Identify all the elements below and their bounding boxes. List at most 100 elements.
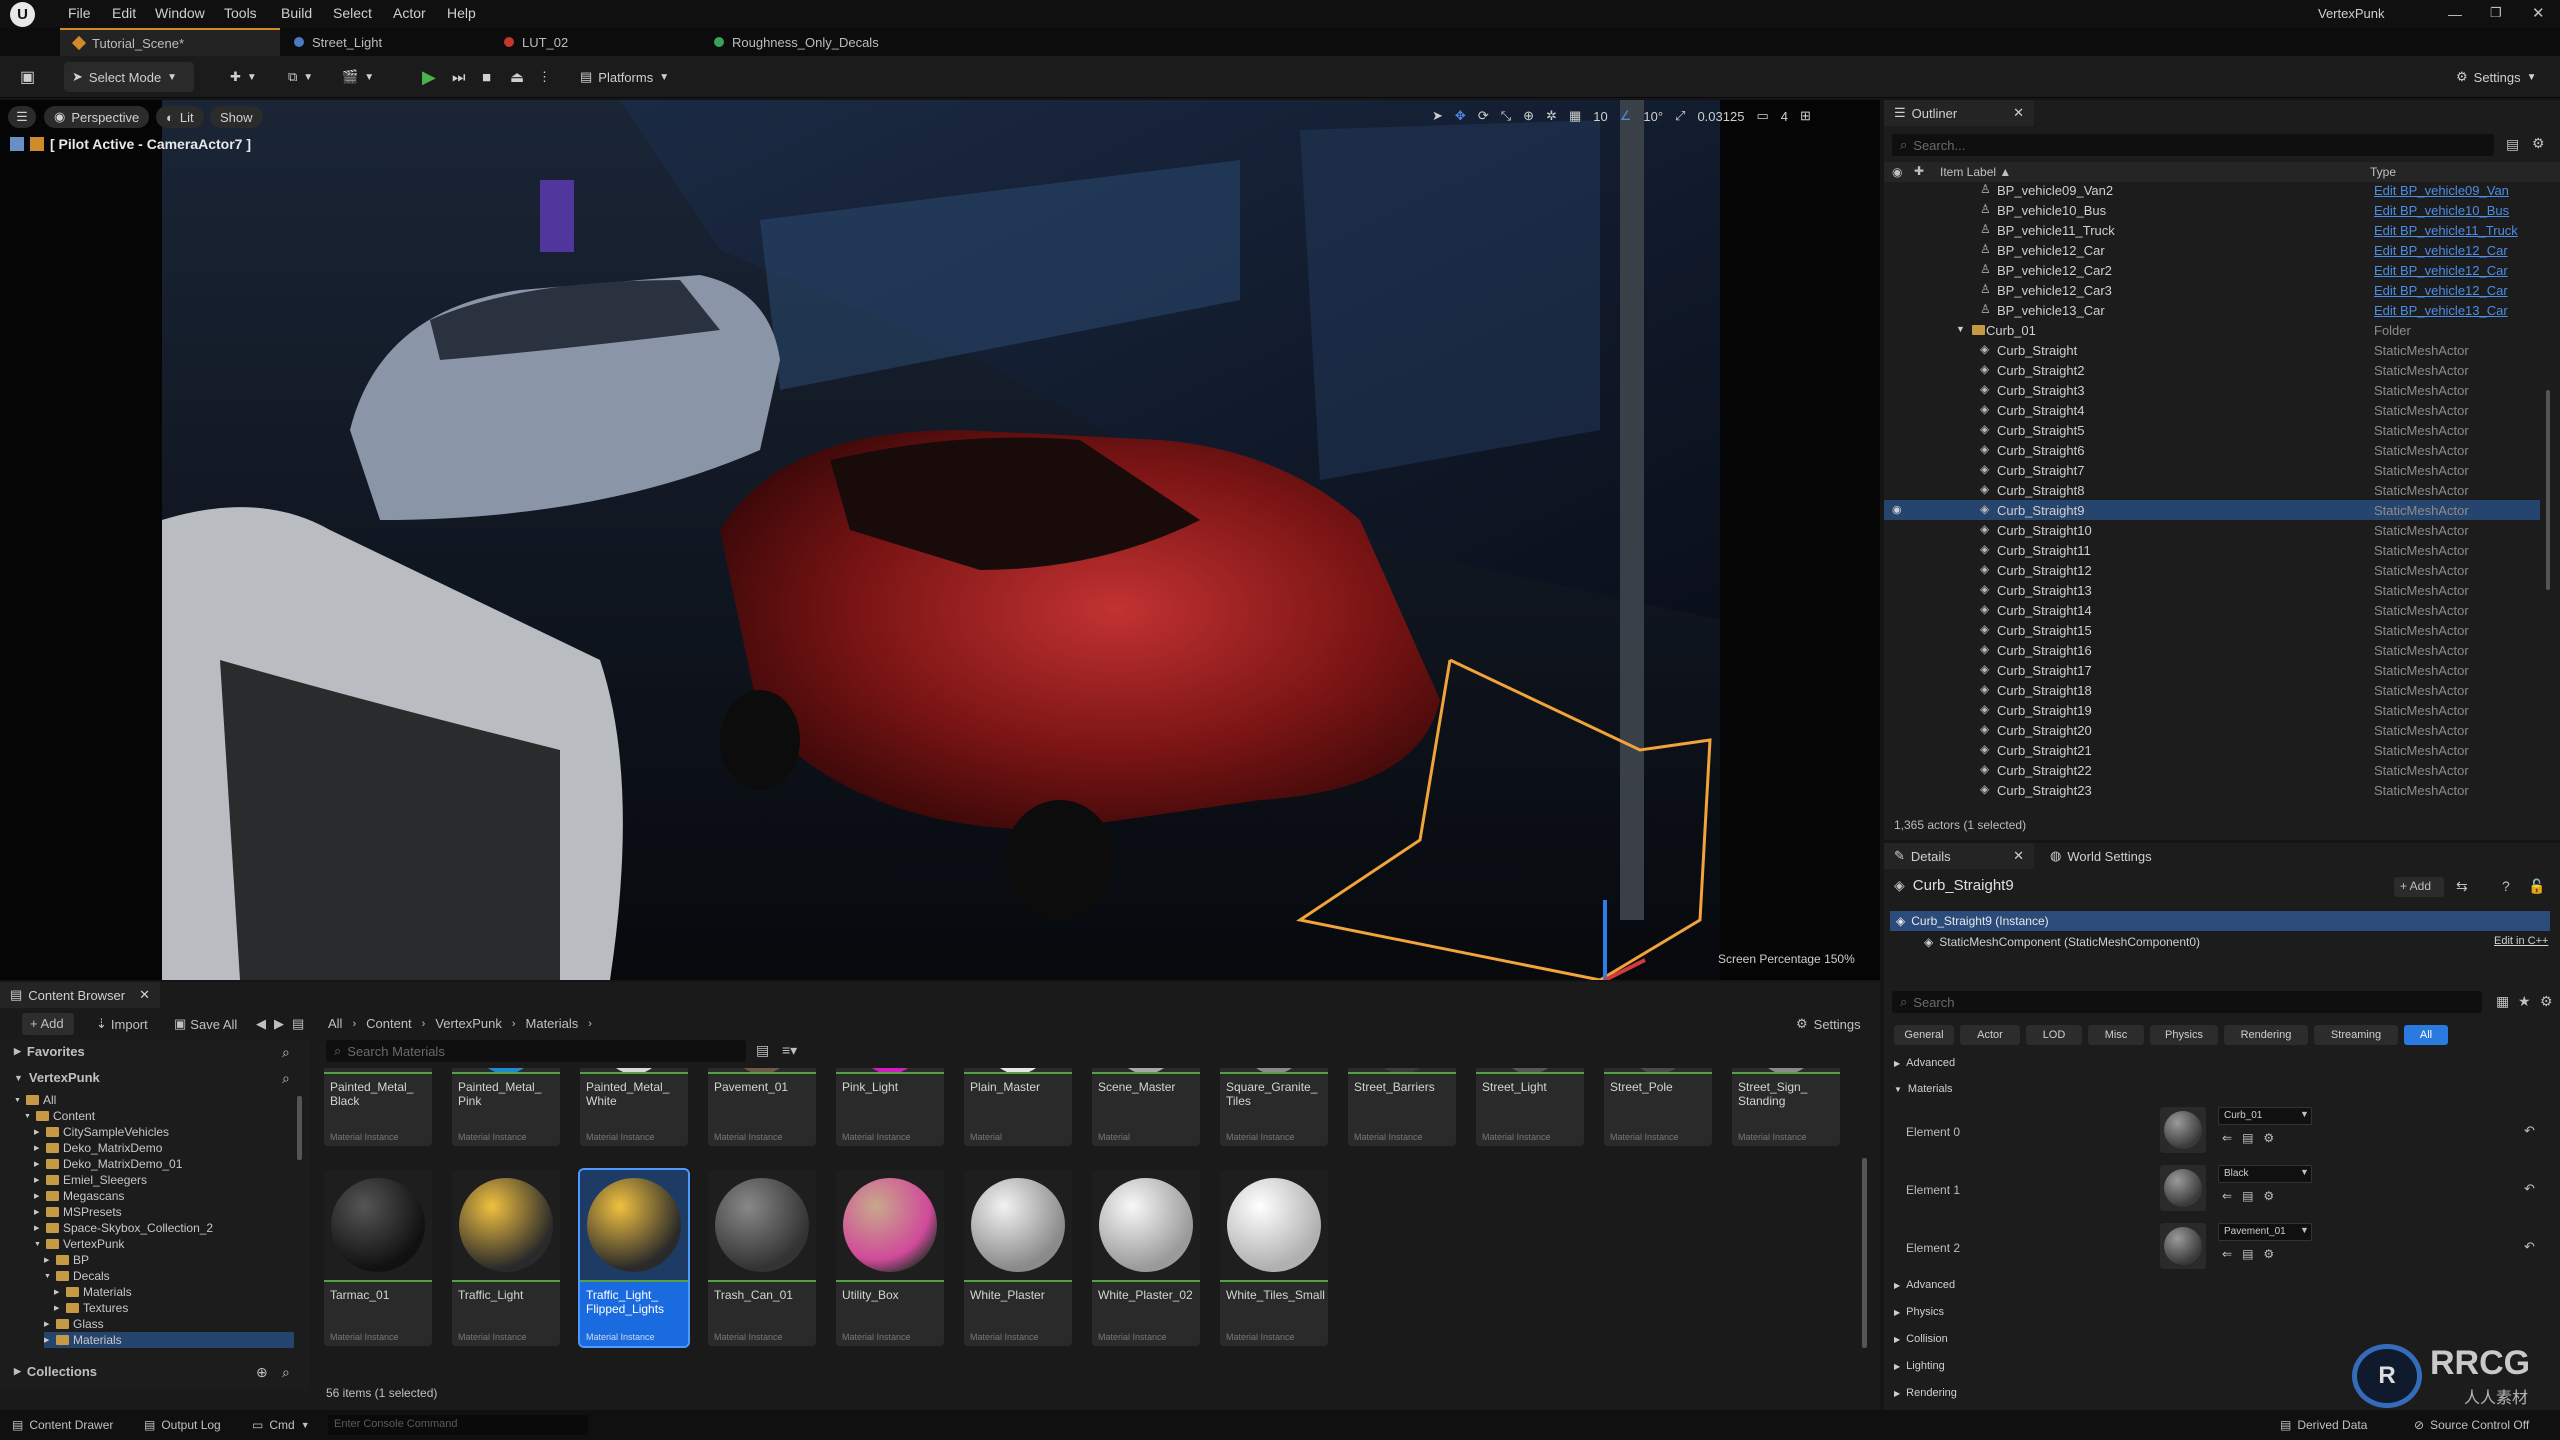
camera-speed-icon[interactable]: ▭ [1756, 108, 1768, 124]
folder-tree-item[interactable]: ▼ VertexPunk [34, 1236, 124, 1252]
tab-lut-02[interactable]: LUT_02 [490, 28, 690, 56]
asset-tile[interactable]: Square_Granite_ Tiles Material Instance [1220, 1068, 1328, 1146]
filter-general[interactable]: General [1894, 1025, 1954, 1045]
settings-button[interactable]: ⚙ Settings ▼ [2448, 62, 2545, 92]
lit-button[interactable]: ◐ Lit [156, 106, 204, 128]
asset-tile[interactable]: White_Plaster Material Instance [964, 1170, 1072, 1346]
tab-roughness-only-decals[interactable]: Roughness_Only_Decals [700, 28, 960, 56]
menu-actor[interactable]: Actor [393, 5, 426, 21]
save-search-icon[interactable]: ▤ [756, 1042, 769, 1059]
outliner-row[interactable]: ◈ Curb_Straight20 StaticMeshActor [1884, 720, 2540, 740]
expander-icon[interactable]: ▶ [34, 1160, 42, 1168]
expander-icon[interactable]: ▶ [34, 1224, 42, 1232]
expander-icon[interactable]: ▶ [34, 1176, 42, 1184]
asset-scrollbar-thumb[interactable] [1862, 1158, 1867, 1348]
outliner-row[interactable]: ◈ Curb_Straight22 StaticMeshActor [1884, 760, 2540, 780]
expander-icon[interactable]: ▶ [34, 1128, 42, 1136]
asset-tile[interactable]: White_Tiles_Small Material Instance [1220, 1170, 1328, 1346]
asset-tile[interactable]: Utility_Box Material Instance [836, 1170, 944, 1346]
scale-snap-icon[interactable]: ⤢ [1675, 108, 1685, 124]
lock-icon[interactable]: 🔓 [2528, 878, 2545, 895]
section-advanced[interactable]: ▶ Advanced [1894, 1057, 1955, 1069]
section-rendering[interactable]: ▶ Rendering [1894, 1387, 1957, 1399]
outliner-row[interactable]: ♙ BP_vehicle12_Car3 Edit BP_vehicle12_Car [1884, 280, 2540, 300]
expander-icon[interactable]: ▼ [34, 1241, 42, 1248]
level-viewport[interactable]: Screen Percentage 150% [0, 100, 1880, 980]
outliner-row[interactable]: ♙ BP_vehicle11_Truck Edit BP_vehicle11_Tru… [1884, 220, 2540, 240]
tab-world-settings[interactable]: ◍ World Settings [2040, 843, 2162, 869]
folder-tree-item[interactable]: ▼ All [14, 1092, 56, 1108]
asset-tile[interactable]: Scene_Master Material [1092, 1068, 1200, 1146]
favorites-section[interactable]: ▶ Favorites [14, 1044, 85, 1059]
play-options-icon[interactable]: ⋮ [530, 62, 559, 92]
col-type[interactable]: Type [2370, 165, 2396, 179]
expander-icon[interactable]: ▶ [44, 1320, 52, 1328]
scale-tool-icon[interactable]: ⤡ [1501, 108, 1511, 124]
output-log-button[interactable]: ▤ Output Log [144, 1418, 221, 1432]
outliner-row[interactable]: ◈ Curb_Straight12 StaticMeshActor [1884, 560, 2540, 580]
grid-view-icon[interactable]: ▦ [2496, 993, 2509, 1010]
tree-scrollbar-thumb[interactable] [297, 1096, 302, 1160]
asset-tile[interactable]: Painted_Metal_ Pink Material Instance [452, 1068, 560, 1146]
use-selected-icon[interactable]: ⇐ [2222, 1247, 2232, 1261]
visibility-icon[interactable]: ◉ [1892, 503, 1902, 516]
expander-icon[interactable]: ▼ [44, 1273, 52, 1280]
folder-tree-item[interactable]: ▶ MSPresets [34, 1204, 122, 1220]
use-selected-icon[interactable]: ⇐ [2222, 1189, 2232, 1203]
grid-snap-icon[interactable]: ▦ [1569, 108, 1581, 124]
add-actor-button[interactable]: ✚ ▼ [222, 62, 265, 92]
asset-tile[interactable]: Painted_Metal_ White Material Instance [580, 1068, 688, 1146]
select-tool-icon[interactable]: ➤ [1432, 108, 1443, 124]
outliner-row[interactable]: ◈ Curb_Straight16 StaticMeshActor [1884, 640, 2540, 660]
outliner-row[interactable]: ◈Curb_Straight24StaticMeshActor [1884, 800, 2540, 802]
outliner-row[interactable]: ◈ Curb_Straight6 StaticMeshActor [1884, 440, 2540, 460]
add-component-button[interactable]: + Add [2394, 877, 2444, 897]
menu-help[interactable]: Help [447, 5, 476, 21]
source-control-button[interactable]: ⊘ Source Control Off [2414, 1418, 2529, 1432]
expander-icon[interactable]: ▶ [34, 1208, 42, 1216]
layout-icon[interactable]: ⊞ [1800, 108, 1811, 124]
menu-build[interactable]: Build [281, 5, 312, 21]
cinematics-button[interactable]: 🎬 ▼ [334, 62, 382, 92]
filter-actor[interactable]: Actor [1960, 1025, 2020, 1045]
outliner-row[interactable]: ◈ Curb_Straight3 StaticMeshActor [1884, 380, 2540, 400]
outliner-row[interactable]: ◈ Curb_Straight18 StaticMeshActor [1884, 680, 2540, 700]
outliner-row[interactable]: ♙ BP_vehicle09_Van2 Edit BP_vehicle09_Van [1884, 182, 2540, 200]
add-button[interactable]: + Add [22, 1013, 74, 1035]
help-icon[interactable]: ? [2502, 878, 2510, 894]
minimize-icon[interactable]: — [2448, 6, 2462, 22]
close-tab-icon[interactable]: ✕ [2013, 105, 2024, 121]
asset-tile[interactable]: Painted_Metal_ Black Material Instance [324, 1068, 432, 1146]
section-collision[interactable]: ▶ Collision [1894, 1333, 1948, 1345]
details-search[interactable]: ⌕ Search [1892, 991, 2482, 1013]
grid-value[interactable]: 10 [1593, 109, 1607, 124]
select-mode-button[interactable]: ➤ Select Mode ▼ [64, 62, 194, 92]
content-drawer-button[interactable]: ▤ Content Drawer [12, 1418, 113, 1432]
folder-tree-item[interactable]: ▶ Space-Skybox_Collection_2 [34, 1220, 213, 1236]
outliner-row[interactable]: ◈ Curb_Straight14 StaticMeshActor [1884, 600, 2540, 620]
outliner-scrollbar-thumb[interactable] [2546, 390, 2550, 590]
console-input[interactable]: Enter Console Command [328, 1415, 588, 1435]
folder-tree-item[interactable]: ▶ Megascans [34, 1188, 124, 1204]
outliner-row[interactable]: ♙ BP_vehicle13_Car Edit BP_vehicle13_Car [1884, 300, 2540, 320]
asset-tile[interactable]: Tarmac_01 Material Instance [324, 1170, 432, 1346]
material-thumbnail[interactable] [2160, 1107, 2206, 1153]
outliner-row[interactable]: ◈ Curb_Straight7 StaticMeshActor [1884, 460, 2540, 480]
edit-cpp-link[interactable]: Edit in C++ [2494, 935, 2548, 947]
edit-blueprint-link[interactable]: Edit BP_vehicle09_Van [2374, 183, 2509, 198]
outliner-row[interactable]: ◈ Curb_Straight21 StaticMeshActor [1884, 740, 2540, 760]
angle-snap-icon[interactable]: ∠ [1620, 108, 1632, 124]
import-button[interactable]: ⇣ Import [96, 1016, 148, 1032]
outliner-row[interactable]: ♙ BP_vehicle12_Car Edit BP_vehicle12_Car [1884, 240, 2540, 260]
edit-blueprint-link[interactable]: Edit BP_vehicle12_Car [2374, 243, 2508, 258]
col-item-label[interactable]: Item Label ▲ [1940, 165, 2011, 179]
folder-tree-item[interactable]: ▶ CitySampleVehicles [34, 1124, 169, 1140]
outliner-row[interactable]: ♙ BP_vehicle10_Bus Edit BP_vehicle10_Bus [1884, 200, 2540, 220]
menu-window[interactable]: Window [155, 5, 205, 21]
asset-tile[interactable]: Street_Sign_ Standing Material Instance [1732, 1068, 1840, 1146]
expander-icon[interactable]: ▼ [24, 1113, 32, 1120]
perspective-button[interactable]: ◉ Perspective [44, 106, 150, 128]
menu-tools[interactable]: Tools [224, 5, 257, 21]
material-combo[interactable]: Pavement_01 [2218, 1223, 2312, 1241]
tab-tutorial-scene[interactable]: Tutorial_Scene* [60, 28, 280, 56]
